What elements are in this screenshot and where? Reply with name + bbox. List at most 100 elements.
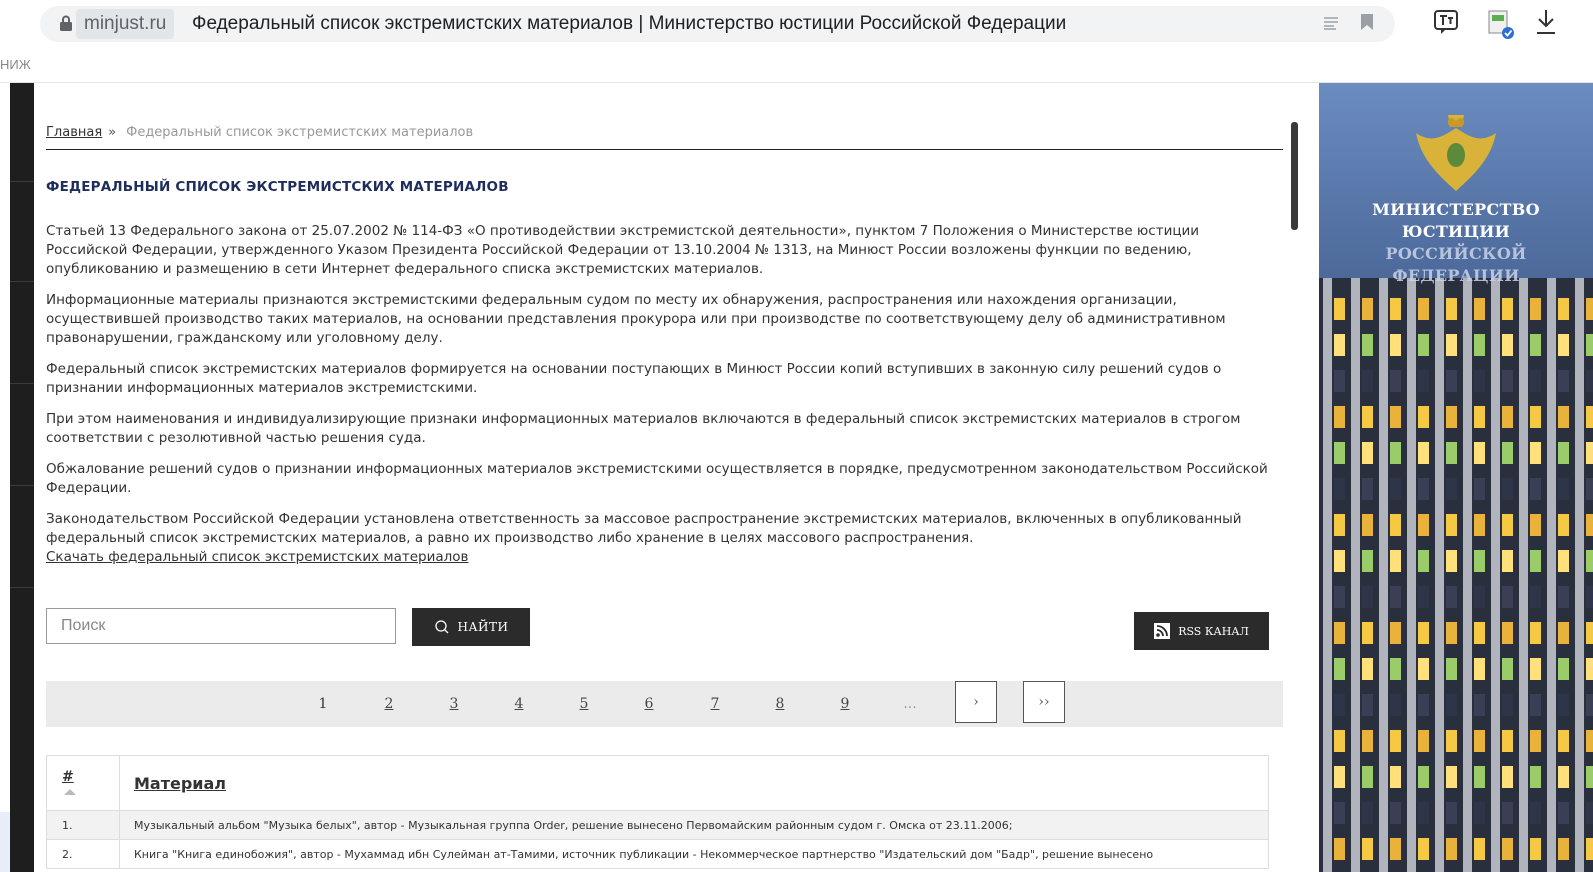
building-window <box>1390 622 1401 644</box>
building-window <box>1362 694 1373 716</box>
building-window <box>1530 658 1541 680</box>
url-domain[interactable]: minjust.ru <box>76 9 175 39</box>
building-window <box>1334 622 1345 644</box>
next-page-button[interactable]: › <box>955 681 997 723</box>
ministry-caption: МИНИСТЕРСТВО ЮСТИЦИИ РОССИЙСКОЙ ФЕДЕРАЦИ… <box>1319 199 1593 287</box>
rss-button[interactable]: RSS КАНАЛ <box>1134 612 1269 650</box>
building-column <box>1519 278 1528 872</box>
left-sidebar-strip <box>10 83 34 872</box>
building-window <box>1446 694 1457 716</box>
breadcrumb-home-link[interactable]: Главная <box>46 125 102 140</box>
page-link[interactable]: 5 <box>574 681 594 727</box>
building-window <box>1418 730 1429 752</box>
building-window <box>1362 766 1373 788</box>
building-window <box>1334 442 1345 464</box>
building-window <box>1334 478 1345 500</box>
page-link[interactable]: 8 <box>770 681 790 727</box>
page-link[interactable]: 6 <box>639 681 659 727</box>
number-column-header[interactable]: # <box>46 755 120 811</box>
page-ellipsis: ... <box>903 696 917 712</box>
building-window <box>1418 694 1429 716</box>
translate-icon[interactable] <box>1433 8 1461 36</box>
building-column <box>1351 278 1360 872</box>
paragraph: Информационные материалы признаются экст… <box>46 292 1226 346</box>
building-column <box>1379 278 1388 872</box>
lock-icon[interactable] <box>58 14 74 32</box>
building-window <box>1586 838 1593 860</box>
building-window <box>1586 586 1593 608</box>
building-window <box>1418 478 1429 500</box>
building-window <box>1530 550 1541 572</box>
building-window <box>1362 658 1373 680</box>
building-window <box>1446 586 1457 608</box>
building-window <box>1474 370 1485 392</box>
material-column-header[interactable]: Материал <box>119 755 1269 811</box>
breadcrumb: Главная » Федеральный список экстремистски… <box>46 125 473 140</box>
building-window <box>1586 406 1593 428</box>
building-window <box>1530 370 1541 392</box>
building-window <box>1446 514 1457 536</box>
building-window <box>1446 406 1457 428</box>
building-window <box>1334 550 1345 572</box>
building-window <box>1390 586 1401 608</box>
page-link[interactable]: 7 <box>705 681 725 727</box>
building-window <box>1558 730 1569 752</box>
last-page-button[interactable]: ›› <box>1023 681 1065 723</box>
building-window <box>1474 406 1485 428</box>
strip-divider <box>10 181 34 182</box>
search-button[interactable]: НАЙТИ <box>412 608 530 646</box>
building-window <box>1418 550 1429 572</box>
scrollbar-track[interactable] <box>1290 122 1298 872</box>
building-window <box>1558 370 1569 392</box>
building-window <box>1418 514 1429 536</box>
building-window <box>1502 622 1513 644</box>
strip-divider <box>10 383 34 384</box>
page-link[interactable]: 4 <box>509 681 529 727</box>
reader-mode-icon[interactable] <box>1322 14 1340 32</box>
building-window <box>1474 622 1485 644</box>
search-input[interactable] <box>46 608 396 644</box>
building-window <box>1390 406 1401 428</box>
building-window <box>1418 406 1429 428</box>
building-window <box>1502 514 1513 536</box>
building-window <box>1334 694 1345 716</box>
building-window <box>1362 298 1373 320</box>
page-link[interactable]: 2 <box>379 681 399 727</box>
page-link[interactable]: 9 <box>835 681 855 727</box>
building-window <box>1418 334 1429 356</box>
building-window <box>1474 766 1485 788</box>
paragraph: Федеральный список экстремистских матери… <box>46 361 1222 396</box>
page-link[interactable]: 3 <box>444 681 464 727</box>
building-window <box>1362 838 1373 860</box>
building-window <box>1586 802 1593 824</box>
number-header-label[interactable]: # <box>62 769 118 785</box>
paragraph-text: Законодательством Российской Федерации у… <box>46 511 1242 546</box>
scrollbar-thumb[interactable] <box>1291 122 1298 230</box>
building-window <box>1502 442 1513 464</box>
building-window <box>1530 298 1541 320</box>
sort-ascending-icon[interactable] <box>64 789 76 795</box>
building-window <box>1530 514 1541 536</box>
building-window <box>1558 298 1569 320</box>
caption-line: ЮСТИЦИИ <box>1401 222 1511 241</box>
building-window <box>1586 298 1593 320</box>
building-column <box>1323 278 1332 872</box>
rss-icon <box>1154 623 1171 639</box>
building-column <box>1435 278 1444 872</box>
building-window <box>1558 442 1569 464</box>
building-window <box>1474 730 1485 752</box>
building-window <box>1502 766 1513 788</box>
building-window <box>1502 730 1513 752</box>
building-window <box>1474 478 1485 500</box>
download-icon[interactable] <box>1535 8 1557 36</box>
building-window <box>1530 730 1541 752</box>
building-window <box>1474 442 1485 464</box>
building-window <box>1474 658 1485 680</box>
material-header-label[interactable]: Материал <box>134 774 226 793</box>
building-window <box>1502 334 1513 356</box>
bookmark-icon[interactable] <box>1360 13 1374 31</box>
extension-icon[interactable] <box>1486 8 1516 40</box>
building-window <box>1334 766 1345 788</box>
building-column <box>1547 278 1556 872</box>
download-list-link[interactable]: Скачать федеральный список экстремистски… <box>46 549 469 565</box>
